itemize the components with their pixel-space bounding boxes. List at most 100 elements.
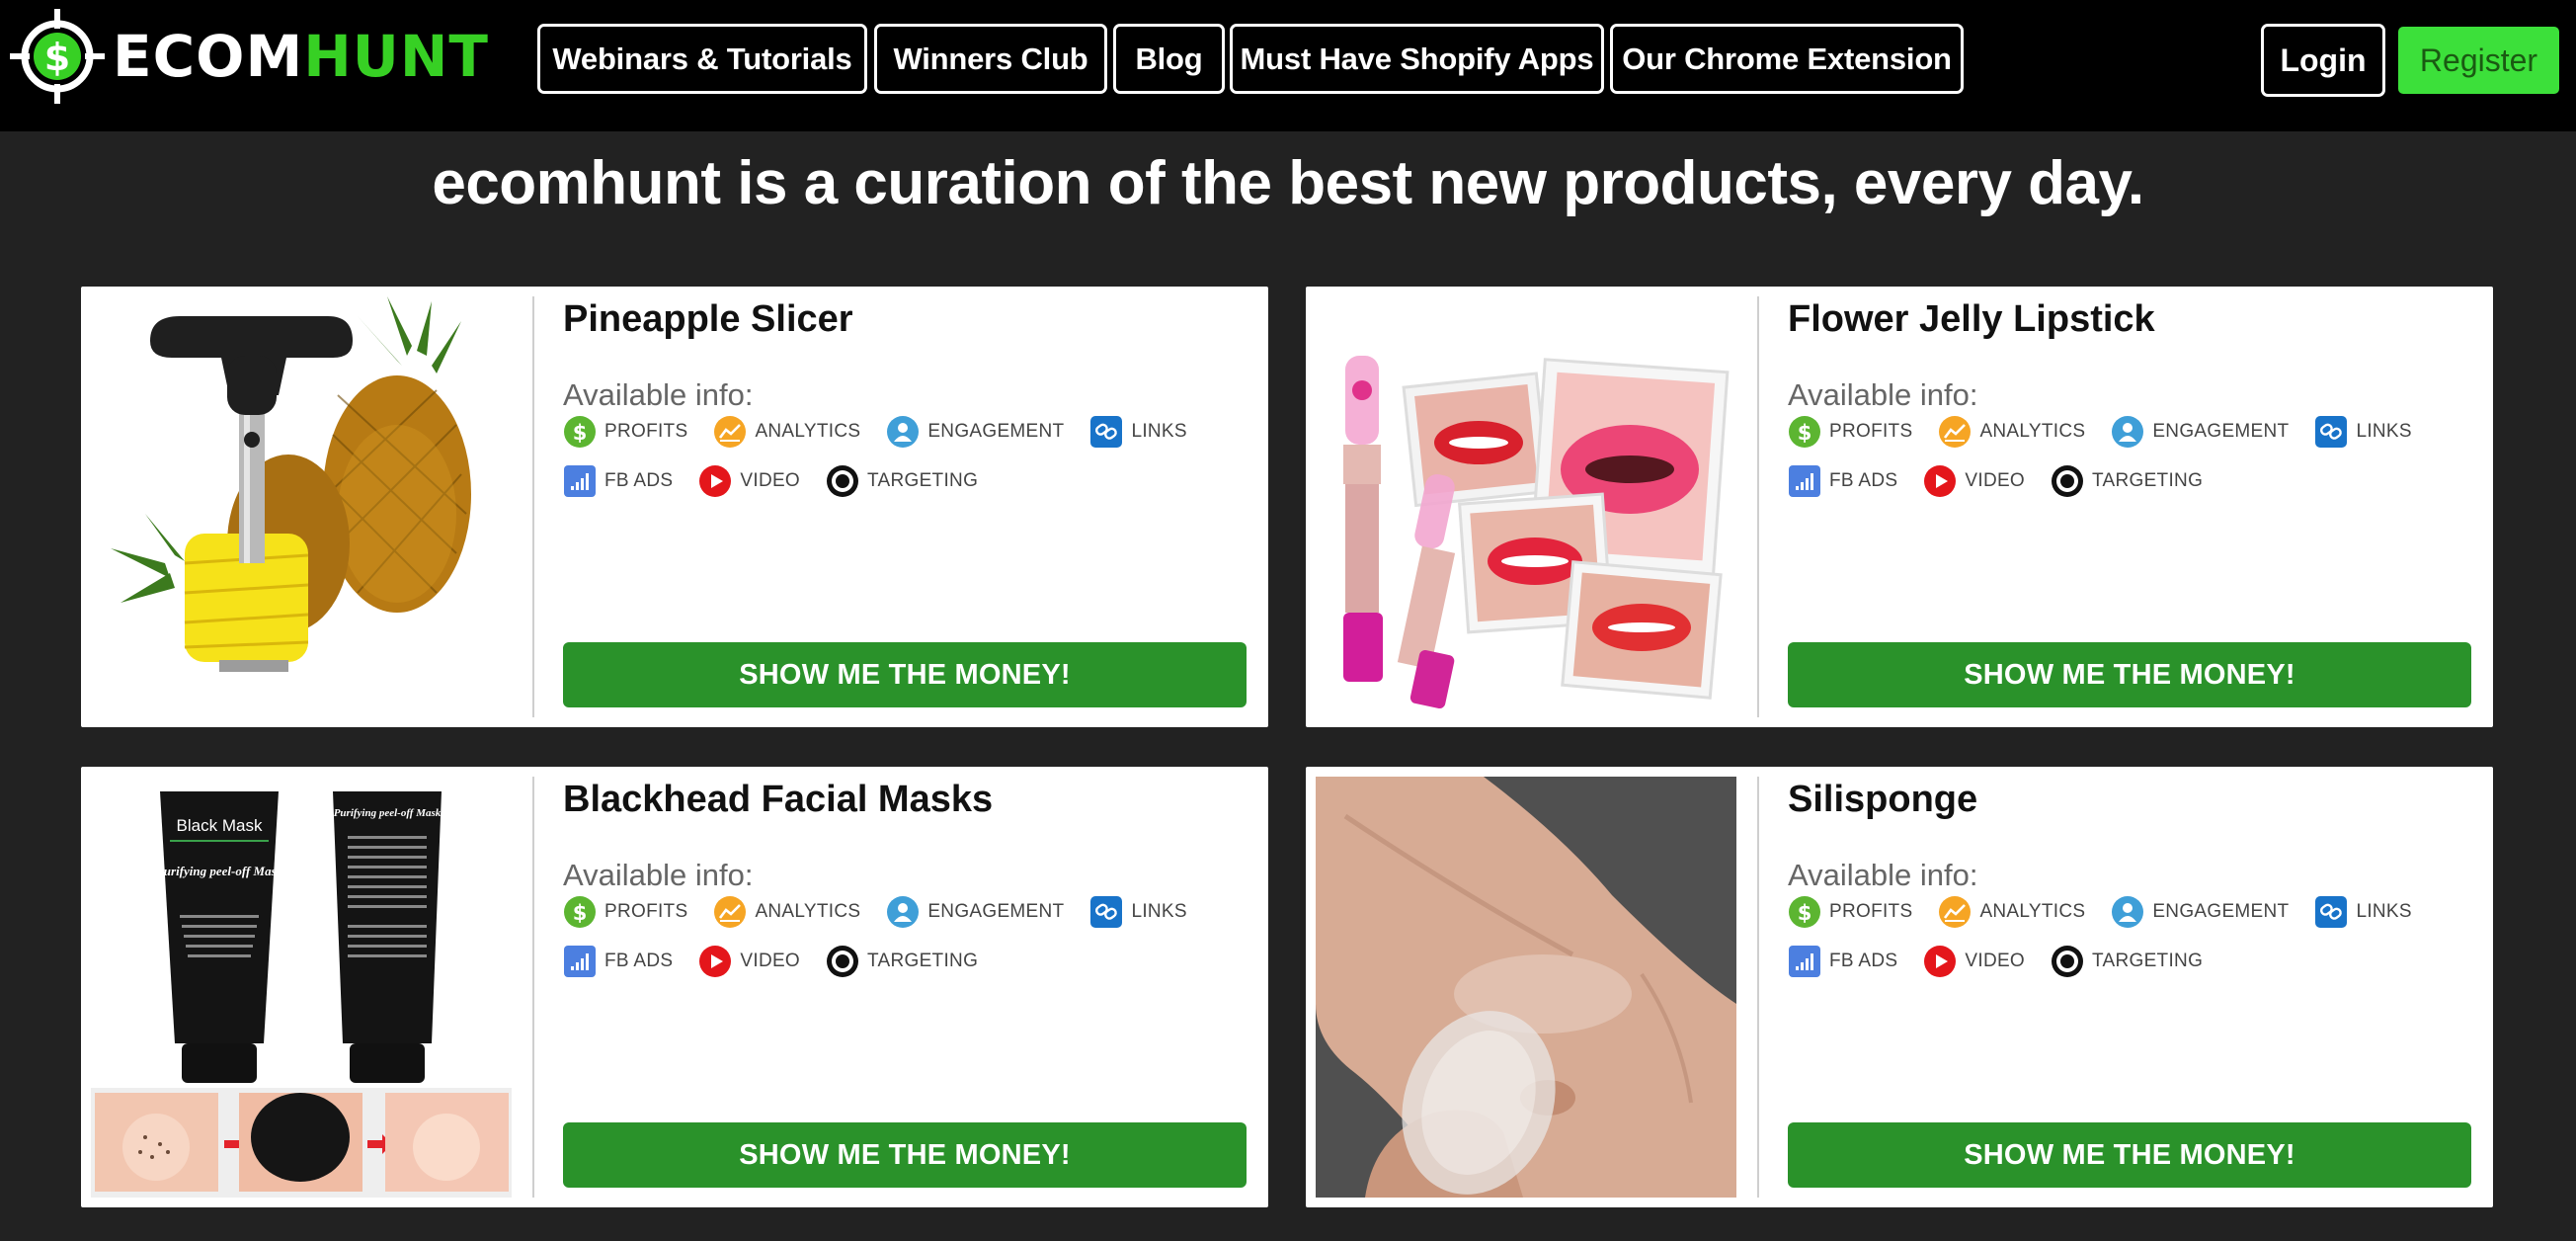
feature-targeting: TARGETING — [826, 464, 978, 498]
feature-fb-ads: FB ADS — [563, 945, 673, 978]
feature-label: LINKS — [2356, 421, 2412, 442]
product-title[interactable]: Pineapple Slicer — [563, 298, 853, 341]
link-icon — [1089, 415, 1124, 449]
feature-analytics: ANALYTICS — [713, 895, 860, 929]
feature-label: LINKS — [2356, 901, 2412, 922]
dollar-icon — [1789, 416, 1820, 448]
page-tagline: ecomhunt is a curation of the best new p… — [432, 149, 2144, 217]
product-card-flower-jelly-lipstick: Flower Jelly Lipstick Available info: PR… — [1306, 287, 2493, 727]
feature-analytics: ANALYTICS — [1938, 415, 2085, 449]
feature-row-2: FB ADS VIDEO TARGETING — [563, 464, 1004, 498]
feature-targeting: TARGETING — [2051, 464, 2203, 498]
product-title[interactable]: Silisponge — [1788, 779, 1977, 821]
feature-row-1: PROFITS ANALYTICS ENGAGEMENT LINKS — [563, 415, 1213, 449]
card-divider — [532, 296, 534, 717]
register-button[interactable]: Register — [2398, 27, 2559, 94]
lipstick-collage-illustration — [1316, 296, 1736, 717]
feature-label: FB ADS — [1829, 951, 1898, 971]
feature-analytics: ANALYTICS — [1938, 895, 2085, 929]
chart-line-icon — [713, 895, 748, 929]
product-image-blackhead-facial-masks[interactable]: Black Mask Purifying peel-off Mask Purif… — [91, 777, 512, 1198]
product-image-silisponge[interactable] — [1316, 777, 1736, 1198]
feature-profits: PROFITS — [1788, 895, 1912, 929]
chart-line-icon — [1938, 895, 1972, 929]
feature-label: ANALYTICS — [755, 901, 861, 922]
feature-profits: PROFITS — [563, 895, 687, 929]
feature-engagement: ENGAGEMENT — [886, 895, 1064, 929]
dollar-icon — [1789, 896, 1820, 928]
user-icon — [887, 896, 920, 928]
show-me-the-money-button[interactable]: SHOW ME THE MONEY! — [1788, 1122, 2471, 1188]
feature-label: ENGAGEMENT — [2152, 901, 2290, 922]
show-me-the-money-button[interactable]: SHOW ME THE MONEY! — [563, 642, 1247, 707]
feature-profits: PROFITS — [563, 415, 687, 449]
bar-chart-icon — [564, 946, 596, 977]
product-image-pineapple-slicer[interactable] — [91, 296, 512, 717]
link-icon — [1089, 895, 1124, 929]
dollar-icon — [564, 416, 596, 448]
product-card-pineapple-slicer: Pineapple Slicer Available info: PROFITS… — [81, 287, 1268, 727]
feature-profits: PROFITS — [1788, 415, 1912, 449]
feature-links: LINKS — [1089, 895, 1187, 929]
nav-chrome-extension[interactable]: Our Chrome Extension — [1610, 24, 1964, 94]
target-icon — [2052, 465, 2084, 497]
user-icon — [887, 416, 920, 448]
logo-text-ecom: ECOM — [113, 23, 304, 90]
feature-links: LINKS — [2314, 415, 2412, 449]
dollar-icon — [564, 896, 596, 928]
feature-video: VIDEO — [1923, 945, 2025, 978]
feature-label: VIDEO — [740, 470, 801, 491]
feature-fb-ads: FB ADS — [1788, 945, 1897, 978]
nav-winners-club[interactable]: Winners Club — [874, 24, 1107, 94]
login-button[interactable]: Login — [2261, 24, 2385, 97]
feature-fb-ads: FB ADS — [563, 464, 673, 498]
feature-label: ANALYTICS — [1979, 901, 2086, 922]
feature-label: FB ADS — [604, 470, 674, 491]
play-icon — [699, 465, 732, 497]
product-image-flower-jelly-lipstick[interactable] — [1316, 296, 1736, 717]
feature-analytics: ANALYTICS — [713, 415, 860, 449]
facial-mask-tubes-illustration: Black Mask Purifying peel-off Mask Purif… — [91, 777, 512, 1198]
show-me-the-money-button[interactable]: SHOW ME THE MONEY! — [1788, 642, 2471, 707]
user-icon — [2112, 896, 2144, 928]
feature-video: VIDEO — [698, 945, 800, 978]
ecomhunt-logo[interactable]: $ ECOMHUNT — [8, 8, 489, 105]
tube-front-title: Black Mask — [177, 816, 263, 835]
feature-video: VIDEO — [698, 464, 800, 498]
feature-label: ANALYTICS — [755, 421, 861, 442]
nav-shopify-apps[interactable]: Must Have Shopify Apps — [1230, 24, 1604, 94]
logo-text-hunt: HUNT — [303, 23, 489, 90]
feature-label: LINKS — [1131, 421, 1187, 442]
product-title[interactable]: Blackhead Facial Masks — [563, 779, 993, 821]
show-me-the-money-button[interactable]: SHOW ME THE MONEY! — [563, 1122, 1247, 1188]
nav-blog[interactable]: Blog — [1113, 24, 1225, 94]
feature-label: VIDEO — [1965, 470, 2026, 491]
feature-label: FB ADS — [1829, 470, 1898, 491]
play-icon — [1924, 465, 1957, 497]
feature-engagement: ENGAGEMENT — [2111, 895, 2289, 929]
chart-line-icon — [713, 415, 748, 449]
feature-label: LINKS — [1131, 901, 1187, 922]
feature-label: VIDEO — [1965, 951, 2026, 971]
feature-links: LINKS — [1089, 415, 1187, 449]
nav-webinars-tutorials[interactable]: Webinars & Tutorials — [537, 24, 867, 94]
feature-targeting: TARGETING — [2051, 945, 2203, 978]
feature-label: PROFITS — [1829, 901, 1913, 922]
product-title[interactable]: Flower Jelly Lipstick — [1788, 298, 2155, 341]
bar-chart-icon — [564, 465, 596, 497]
available-info-label: Available info: — [563, 377, 754, 412]
bar-chart-icon — [1789, 465, 1820, 497]
card-divider — [1757, 777, 1759, 1198]
product-card-silisponge: Silisponge Available info: PROFITS ANALY… — [1306, 767, 2493, 1207]
play-icon — [1924, 946, 1957, 977]
feature-label: PROFITS — [604, 421, 688, 442]
available-info-label: Available info: — [1788, 377, 1978, 412]
play-icon — [699, 946, 732, 977]
feature-engagement: ENGAGEMENT — [2111, 415, 2289, 449]
feature-label: VIDEO — [740, 951, 801, 971]
feature-label: TARGETING — [867, 470, 979, 491]
feature-label: ENGAGEMENT — [2152, 421, 2290, 442]
tube-front-subtitle: Purifying peel-off Mask — [156, 864, 283, 878]
card-divider — [532, 777, 534, 1198]
feature-row-2: FB ADS VIDEO TARGETING — [1788, 464, 2228, 498]
